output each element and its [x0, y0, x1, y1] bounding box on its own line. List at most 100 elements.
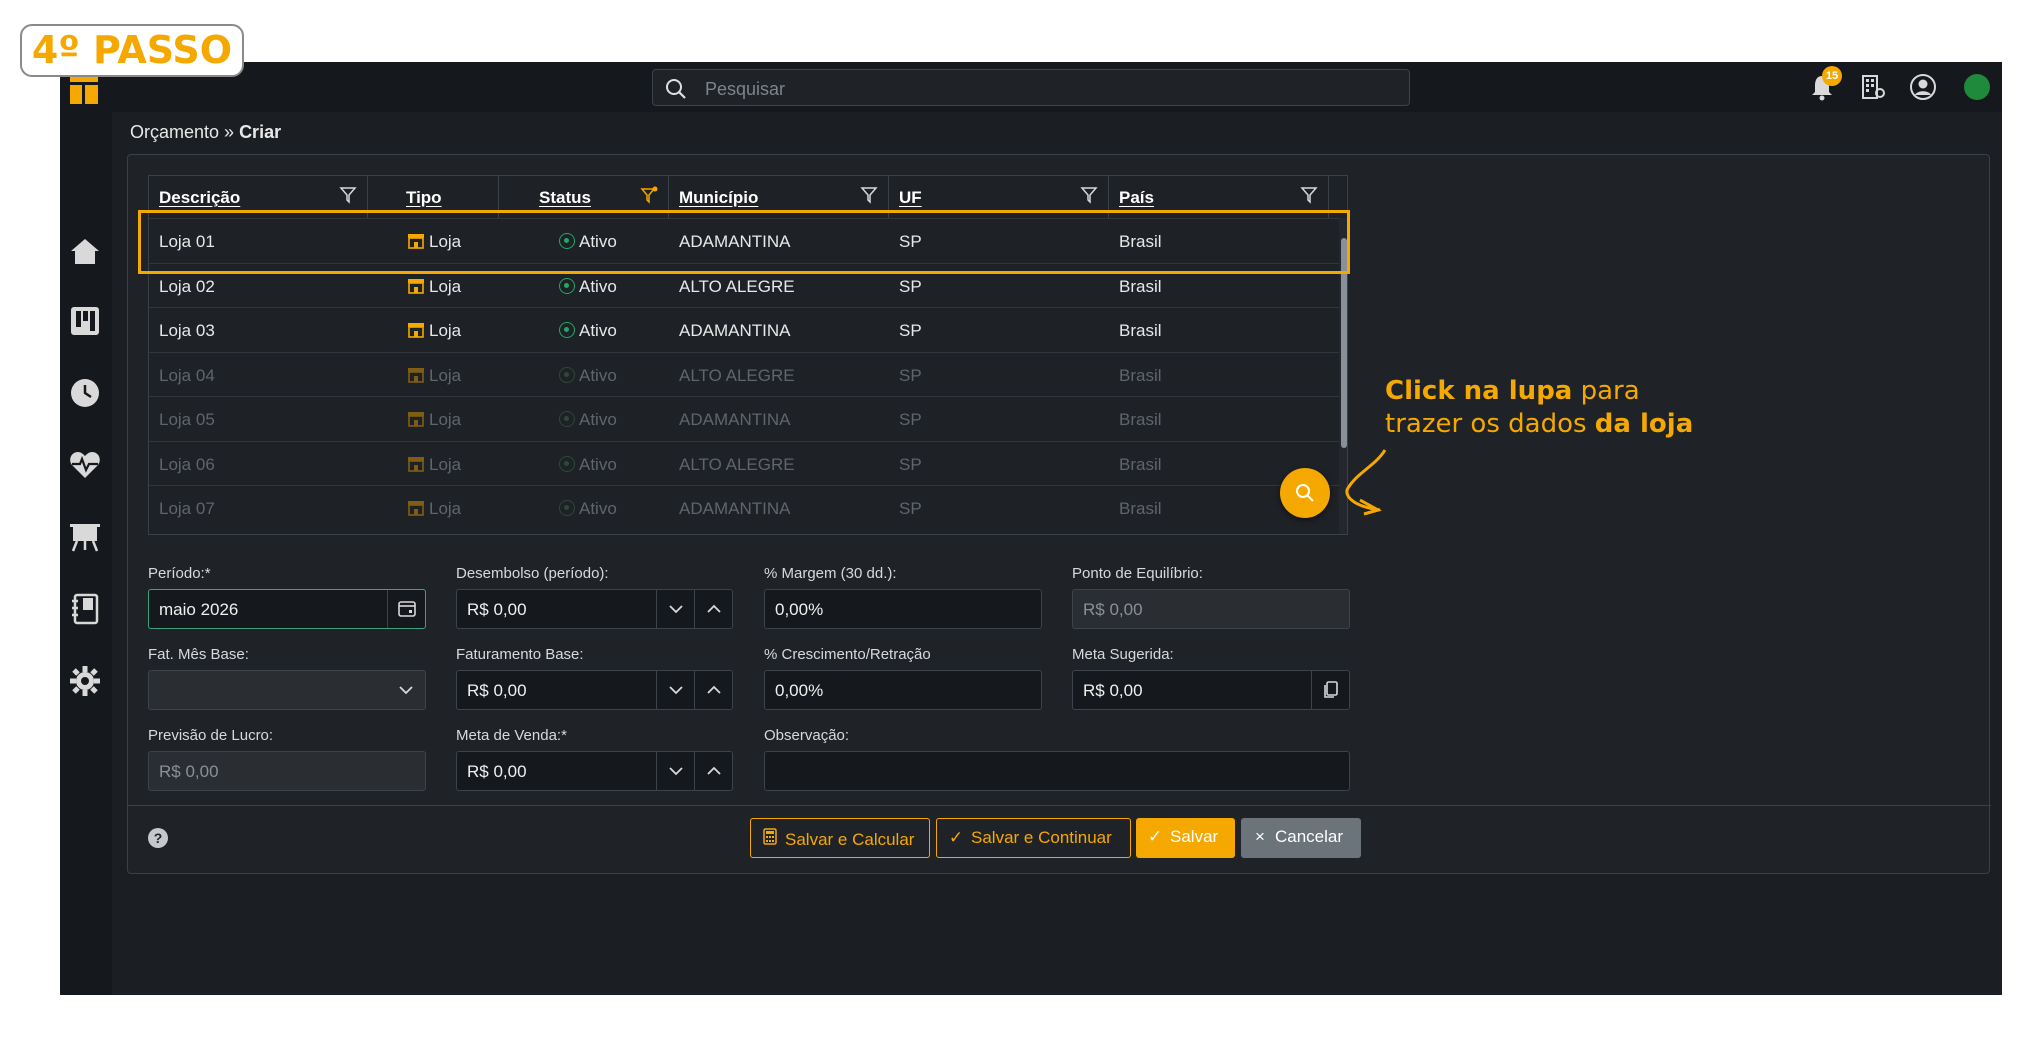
decrement-button[interactable] [656, 590, 694, 628]
increment-button[interactable] [694, 671, 732, 709]
table-row[interactable]: Loja 05 Loja Ativo ADAMANTINA SP Brasil [149, 396, 1339, 440]
decrement-button[interactable] [656, 752, 694, 790]
breadcrumb-parent[interactable]: Orçamento [130, 122, 219, 142]
crescimento-field[interactable]: 0,00% [764, 670, 1042, 710]
form-footer: ? Salvar e Calcular ✓ Salvar e Continuar … [128, 805, 1991, 875]
filter-icon[interactable] [860, 186, 878, 204]
cell-descricao: Loja 04 [159, 366, 215, 386]
fat-mes-label: Fat. Mês Base: [148, 646, 249, 663]
cell-uf-text: SP [899, 410, 922, 429]
increment-button[interactable] [694, 590, 732, 628]
cell-pais-text: Brasil [1119, 499, 1162, 518]
cell-tipo: Loja [407, 321, 461, 341]
cell-tipo: Loja [407, 499, 461, 519]
meta-venda-value: R$ 0,00 [467, 762, 527, 781]
lookup-search-button[interactable] [1280, 468, 1330, 518]
presentation-board-icon[interactable] [68, 520, 102, 554]
meta-sugerida-field[interactable]: R$ 0,00 [1072, 670, 1350, 710]
kanban-icon[interactable] [68, 304, 102, 338]
cell-pais: Brasil [1119, 321, 1162, 341]
save-button[interactable]: ✓ Salvar [1136, 818, 1235, 858]
cell-municipio: ADAMANTINA [679, 321, 790, 341]
heart-pulse-icon[interactable] [68, 448, 102, 482]
chevron-down-icon [669, 605, 683, 614]
filter-icon[interactable] [339, 186, 357, 204]
notebook-icon[interactable] [68, 592, 102, 626]
selected-row-highlight [138, 210, 1350, 274]
faturamento-field[interactable]: R$ 0,00 [456, 670, 733, 710]
cell-status-text: Ativo [579, 410, 617, 429]
callout-bold-1: Click na lupa [1385, 376, 1573, 406]
cell-tipo-text: Loja [429, 321, 462, 340]
copy-button[interactable] [1311, 671, 1349, 709]
cell-uf-text: SP [899, 499, 922, 518]
cell-uf-text: SP [899, 365, 922, 385]
cell-pais: Brasil [1119, 366, 1162, 386]
margem-field[interactable]: 0,00% [764, 589, 1042, 629]
cell-pais: Brasil [1119, 410, 1162, 430]
copy-icon [1324, 681, 1338, 698]
tutorial-screenshot: Pesquisar 15 Orçamento » Criar Descrição… [0, 0, 2040, 1042]
cell-status-text: Ativo [579, 365, 617, 385]
cell-status: Ativo [559, 410, 617, 430]
meta-venda-field[interactable]: R$ 0,00 [456, 751, 733, 791]
breadcrumb-separator: » [219, 122, 240, 142]
table-row[interactable]: Loja 03 Loja Ativo ADAMANTINA SP Brasil [149, 307, 1339, 351]
desembolso-field[interactable]: R$ 0,00 [456, 589, 733, 629]
cell-descricao-text: Loja 02 [159, 276, 215, 296]
filter-active-icon[interactable] [640, 186, 658, 204]
cancel-button[interactable]: × Cancelar [1241, 818, 1361, 858]
store-icon [408, 278, 424, 294]
callout-text: Click na lupa para trazer os dados da lo… [1385, 375, 1693, 441]
cell-municipio-text: ALTO ALEGRE [679, 276, 795, 296]
filter-icon[interactable] [1080, 186, 1098, 204]
status-active-icon [559, 277, 575, 294]
cell-descricao-text: Loja 04 [159, 365, 215, 385]
user-avatar-icon[interactable] [1908, 72, 1938, 102]
save-label: Salvar [1170, 827, 1219, 846]
meta-sugerida-label: Meta Sugerida: [1072, 646, 1174, 663]
filter-icon[interactable] [1300, 186, 1318, 204]
close-icon: × [1255, 827, 1265, 846]
equilibrio-field: R$ 0,00 [1072, 589, 1350, 629]
cell-descricao-text: Loja 06 [159, 454, 215, 474]
cell-tipo: Loja [407, 277, 461, 297]
building-settings-icon[interactable] [1858, 72, 1888, 102]
cell-status: Ativo [559, 499, 617, 519]
cell-municipio-text: ALTO ALEGRE [679, 454, 795, 474]
decrement-button[interactable] [656, 671, 694, 709]
home-icon[interactable] [68, 234, 102, 268]
cell-uf-text: SP [899, 454, 922, 474]
observacao-field[interactable] [764, 751, 1350, 791]
save-and-continue-button[interactable]: ✓ Salvar e Continuar [936, 818, 1131, 858]
fat-mes-select[interactable] [148, 670, 426, 710]
app-logo-icon[interactable] [70, 74, 98, 104]
table-row[interactable]: Loja 07 Loja Ativo ADAMANTINA SP Brasil [149, 485, 1339, 529]
desembolso-label: Desembolso (período): [456, 565, 609, 582]
chevron-down-icon [669, 767, 683, 776]
cell-status-text: Ativo [579, 499, 617, 518]
cell-uf: SP [899, 455, 922, 475]
cell-municipio-text: ALTO ALEGRE [679, 365, 795, 385]
save-and-continue-label: Salvar e Continuar [971, 828, 1112, 847]
store-icon [408, 323, 424, 338]
table-row[interactable]: Loja 06 Loja Ativo ALTO ALEGRE SP Brasil [149, 440, 1339, 485]
clock-icon[interactable] [68, 376, 102, 410]
status-active-icon [559, 411, 575, 427]
cell-uf: SP [899, 277, 922, 297]
help-icon[interactable]: ? [148, 828, 168, 848]
cell-status-text: Ativo [579, 276, 617, 296]
periodo-field[interactable]: maio 2026 [148, 589, 426, 629]
lucro-field: R$ 0,00 [148, 751, 426, 791]
cell-descricao-text: Loja 07 [159, 499, 215, 518]
cell-tipo-text: Loja [429, 410, 462, 429]
search-input[interactable]: Pesquisar [652, 69, 1410, 106]
save-and-calculate-button[interactable]: Salvar e Calcular [750, 818, 930, 858]
gear-icon[interactable] [68, 664, 102, 698]
status-active-icon [559, 322, 575, 338]
cell-uf: SP [899, 499, 922, 519]
table-row[interactable]: Loja 04 Loja Ativo ALTO ALEGRE SP Brasil [149, 351, 1339, 396]
calendar-button[interactable] [387, 590, 425, 628]
notification-badge: 15 [1822, 66, 1842, 86]
increment-button[interactable] [694, 752, 732, 790]
